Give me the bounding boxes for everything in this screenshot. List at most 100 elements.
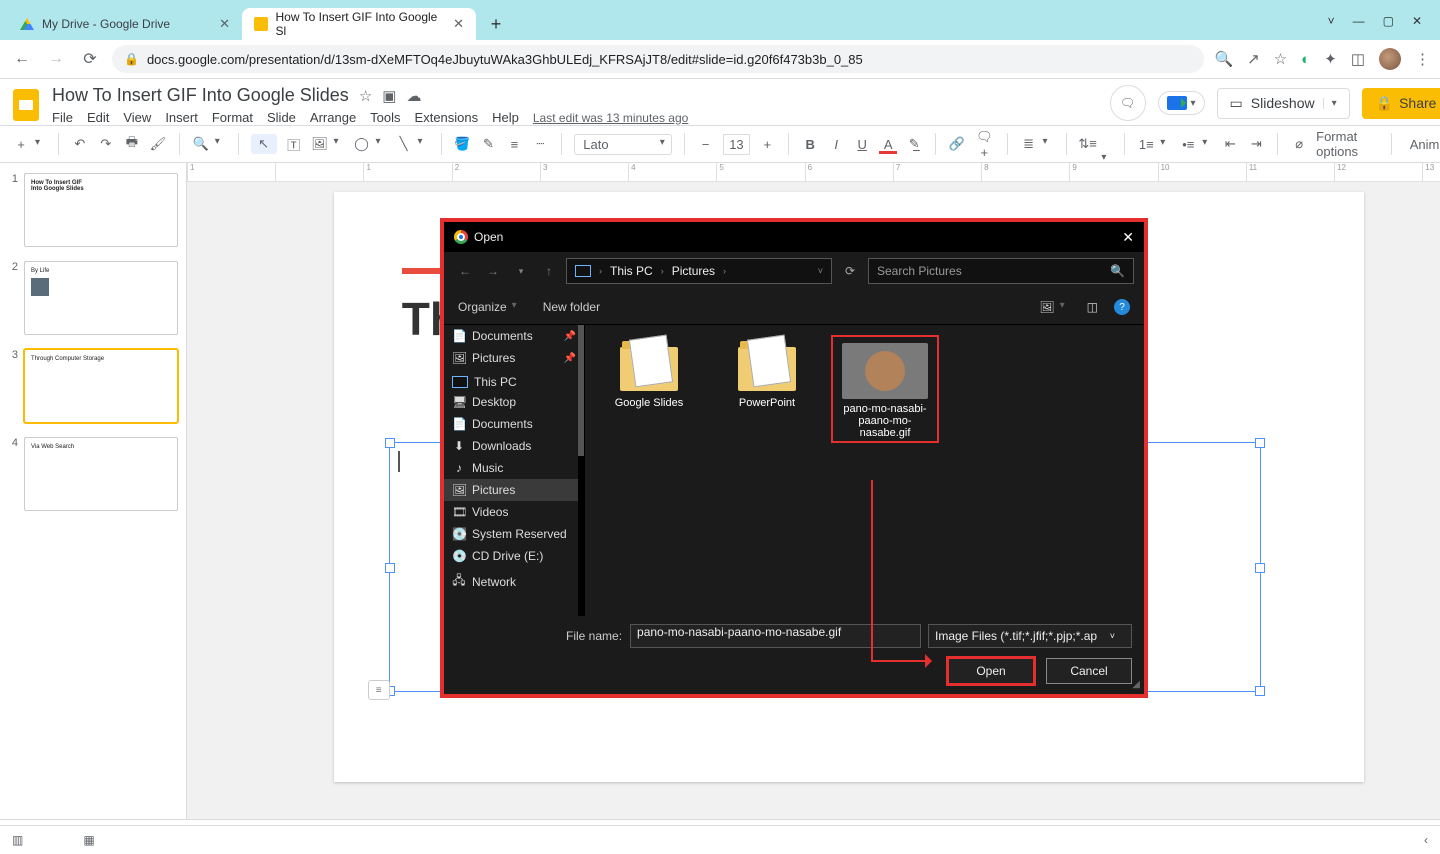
align-button[interactable]: ≣ [1020, 136, 1054, 152]
preview-pane-button[interactable]: ◫ [1087, 300, 1098, 314]
address-bar[interactable]: 🔒 docs.google.com/presentation/d/13sm-dX… [112, 45, 1204, 73]
tree-item[interactable]: 🖧Network [444, 567, 584, 596]
font-size-input[interactable]: 13 [723, 134, 751, 155]
slideshow-button[interactable]: ▭Slideshow▾ [1217, 88, 1350, 119]
slide-thumb-1[interactable]: How To Insert GIFInto Google Slides [24, 173, 178, 247]
close-window-icon[interactable]: ✕ [1412, 14, 1422, 28]
nav-tree[interactable]: 📄Documents📌🖼Pictures📌 This PC 🖥Desktop📄D… [444, 325, 585, 616]
cloud-status-icon[interactable]: ☁ [406, 87, 421, 105]
menu-file[interactable]: File [52, 110, 73, 125]
slide-thumb-2[interactable]: By Life [24, 261, 178, 335]
star-icon[interactable]: ☆ [359, 87, 372, 105]
slide-thumb-4[interactable]: Via Web Search [24, 437, 178, 511]
profile-avatar[interactable] [1379, 48, 1401, 70]
menu-edit[interactable]: Edit [87, 110, 109, 125]
undo-button[interactable]: ↶ [71, 136, 89, 152]
font-size-inc[interactable]: + [758, 137, 776, 152]
move-icon[interactable]: ▣ [382, 87, 396, 105]
view-grid-icon[interactable]: ▦ [83, 833, 94, 847]
insert-link-button[interactable]: 🔗 [948, 136, 966, 152]
close-dialog-icon[interactable]: ✕ [1122, 229, 1134, 246]
chevron-down-icon[interactable]: ▾ [1323, 98, 1337, 109]
font-size-dec[interactable]: − [697, 137, 715, 152]
menu-view[interactable]: View [123, 110, 151, 125]
tab-drive[interactable]: My Drive - Google Drive ✕ [8, 8, 242, 40]
dialog-titlebar[interactable]: Open ✕ [444, 222, 1144, 252]
menu-extensions[interactable]: Extensions [415, 110, 479, 125]
chevron-down-icon[interactable]: ˅ [818, 266, 823, 276]
forward-button[interactable]: → [44, 50, 68, 68]
tree-thispc-header[interactable]: This PC [444, 369, 584, 391]
font-selector[interactable]: Lato [574, 134, 671, 155]
print-button[interactable]: 🖶 [123, 133, 141, 155]
tree-item[interactable]: 📄Documents📌 [444, 325, 584, 347]
zoom-icon[interactable]: 🔍 [1214, 50, 1233, 68]
italic-button[interactable]: I [827, 137, 845, 152]
border-color-button[interactable]: ✎ [479, 136, 497, 152]
path-segment[interactable]: This PC [610, 264, 653, 278]
bookmark-icon[interactable]: ☆ [1274, 50, 1287, 68]
menu-arrange[interactable]: Arrange [310, 110, 356, 125]
underline-button[interactable]: U [853, 137, 871, 152]
collapse-bottom-icon[interactable]: ‹ [1424, 833, 1428, 847]
nav-forward-icon[interactable]: → [482, 264, 504, 278]
file-list[interactable]: Google SlidesPowerPointpano-mo-nasabi-pa… [585, 325, 1144, 616]
text-color-button[interactable]: A [879, 137, 897, 152]
shape-tool[interactable]: ◯ [353, 136, 387, 152]
menu-slide[interactable]: Slide [267, 110, 296, 125]
tree-item[interactable]: 🖼Pictures📌 [444, 347, 584, 369]
menu-format[interactable]: Format [212, 110, 253, 125]
tab-slides[interactable]: How To Insert GIF Into Google Sl ✕ [242, 8, 476, 40]
share-url-icon[interactable]: ↗ [1247, 50, 1260, 68]
highlight-button[interactable]: ✎̲ [905, 136, 923, 152]
last-edit-link[interactable]: Last edit was 13 minutes ago [533, 111, 688, 125]
new-tab-button[interactable]: + [482, 10, 510, 38]
clear-format-button[interactable]: ⌀ [1290, 136, 1308, 152]
sidepanel-icon[interactable]: ◫ [1351, 50, 1365, 68]
indent-inc-button[interactable]: ⇥ [1247, 136, 1265, 152]
redo-button[interactable]: ↷ [97, 136, 115, 152]
comment-history-button[interactable]: 🗨 [1110, 85, 1146, 121]
kebab-menu-icon[interactable]: ⋮ [1415, 50, 1430, 68]
menu-tools[interactable]: Tools [370, 110, 400, 125]
autofit-button[interactable]: ≡ [368, 680, 390, 700]
path-box[interactable]: › This PC › Pictures › ˅ [566, 258, 832, 284]
close-tab-icon[interactable]: ✕ [219, 16, 230, 32]
file-type-select[interactable]: Image Files (*.tif;*.jfif;*.pjp;*.ap˅ [928, 624, 1132, 648]
reload-button[interactable]: ⟳ [78, 49, 102, 69]
image-tool[interactable]: 🖼 [311, 136, 345, 152]
add-comment-button[interactable]: 🗨+ [974, 129, 995, 160]
tree-item[interactable]: 💽System Reserved [444, 523, 584, 545]
maximize-icon[interactable]: ▢ [1383, 14, 1394, 28]
file-item-gif[interactable]: pano-mo-nasabi-paano-mo-nasabe.gif [831, 335, 939, 443]
close-tab-icon[interactable]: ✕ [453, 16, 464, 32]
doc-title[interactable]: How To Insert GIF Into Google Slides [52, 85, 349, 106]
menu-insert[interactable]: Insert [165, 110, 198, 125]
path-segment[interactable]: Pictures [672, 264, 715, 278]
border-weight-button[interactable]: ≡ [505, 137, 523, 152]
indent-dec-button[interactable]: ⇤ [1221, 136, 1239, 152]
tree-item[interactable]: 💿CD Drive (E:) [444, 545, 584, 567]
tree-item[interactable]: ⬇Downloads [444, 435, 584, 457]
tree-item[interactable]: 🖥Desktop [444, 391, 584, 413]
filmstrip[interactable]: 1 How To Insert GIFInto Google Slides 2 … [0, 163, 187, 819]
fill-color-button[interactable]: 🪣 [453, 136, 471, 152]
back-button[interactable]: ← [10, 50, 34, 68]
chevron-down-icon[interactable]: ˅ [1328, 14, 1335, 28]
nav-recent-icon[interactable]: ▾ [510, 266, 532, 277]
nav-back-icon[interactable]: ← [454, 264, 476, 278]
open-button[interactable]: Open [948, 658, 1034, 684]
organize-menu[interactable]: Organize [458, 300, 523, 314]
share-button[interactable]: 🔒Share [1362, 88, 1440, 119]
refresh-icon[interactable]: ⟳ [838, 264, 862, 278]
menu-help[interactable]: Help [492, 110, 519, 125]
view-mode-button[interactable]: 🖼 [1039, 300, 1070, 314]
tree-item[interactable]: 🎞Videos [444, 501, 584, 523]
extensions-icon[interactable]: ✦ [1324, 50, 1337, 68]
bold-button[interactable]: B [801, 137, 819, 152]
file-item-folder[interactable]: Google Slides [595, 335, 703, 413]
format-options-button[interactable]: Format options [1316, 129, 1373, 159]
tree-item[interactable]: ♪Music [444, 457, 584, 479]
tree-item[interactable]: 🖼Pictures [444, 479, 584, 501]
minimize-icon[interactable]: — [1353, 14, 1365, 28]
